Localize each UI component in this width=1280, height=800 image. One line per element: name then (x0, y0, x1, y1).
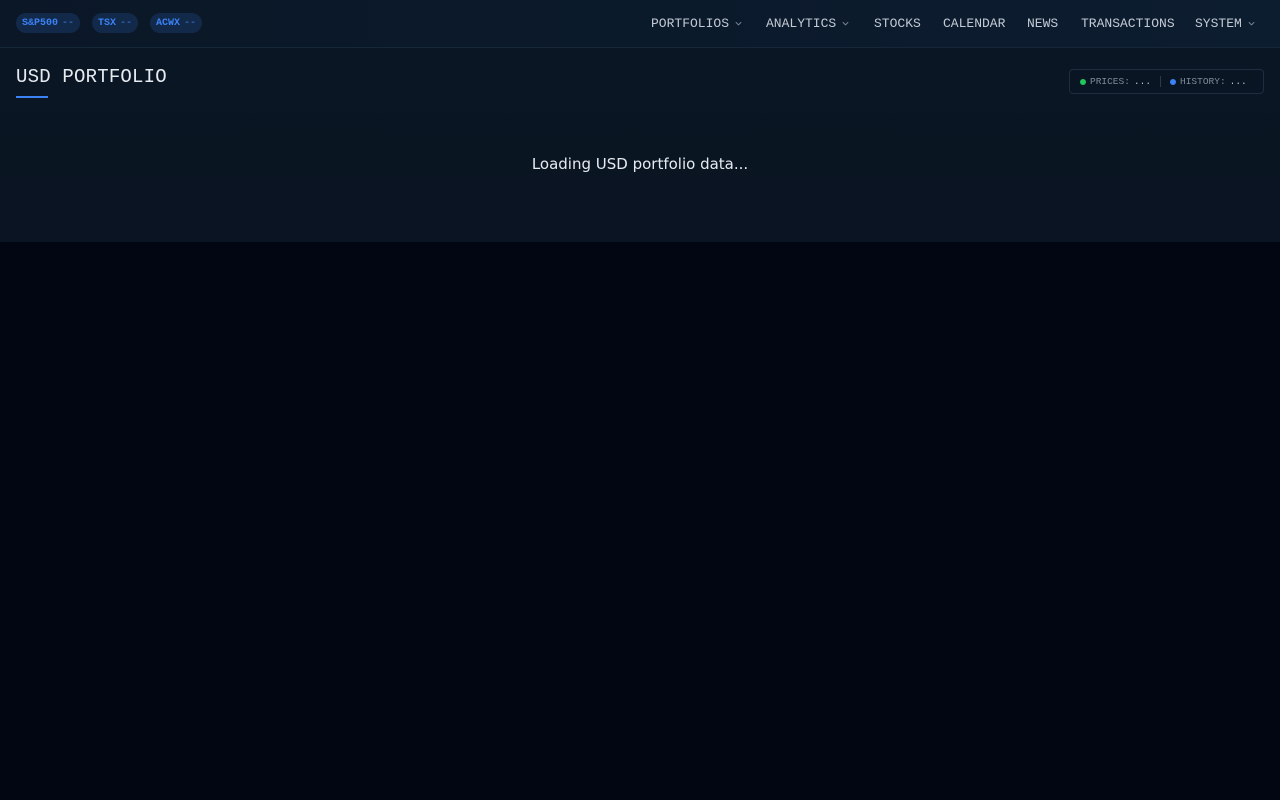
ticker-symbol: TSX (98, 17, 117, 29)
chevron-down-icon (1248, 21, 1255, 26)
nav-portfolios-label: PORTFOLIOS (651, 16, 730, 31)
ticker-acwx[interactable]: ACWX -- (150, 13, 203, 33)
history-status-dot-icon (1170, 78, 1177, 85)
nav-analytics-label: ANALYTICS (766, 16, 837, 31)
ticker-value: -- (184, 17, 197, 29)
ticker-tsx[interactable]: TSX -- (92, 13, 139, 33)
nav-news-label: NEWS (1027, 16, 1059, 31)
status-divider (1160, 76, 1162, 87)
nav-stocks-link[interactable]: STOCKS (874, 0, 921, 47)
nav-portfolios-menu[interactable]: PORTFOLIOS (651, 0, 743, 47)
history-status-value: ... (1229, 76, 1247, 87)
nav-calendar-label: CALENDAR (943, 16, 1006, 31)
page-title: USD PORTFOLIO (16, 66, 167, 88)
history-status: HISTORY: ... (1170, 76, 1247, 87)
nav-news-link[interactable]: NEWS (1027, 0, 1058, 47)
nav-calendar-link[interactable]: CALENDAR (943, 0, 1005, 47)
data-status-indicator: PRICES: ... HISTORY: ... (1069, 69, 1264, 94)
ticker-value: -- (62, 17, 75, 29)
prices-status-label: PRICES: (1090, 76, 1130, 87)
ticker-sp500[interactable]: S&P500 -- (16, 13, 81, 33)
nav-analytics-menu[interactable]: ANALYTICS (766, 0, 850, 47)
nav-system-label: SYSTEM (1195, 16, 1242, 31)
nav-transactions-link[interactable]: TRANSACTIONS (1081, 0, 1175, 47)
nav-system-menu[interactable]: SYSTEM (1195, 0, 1256, 47)
loading-message: Loading USD portfolio data... (531, 155, 749, 173)
prices-status-value: ... (1133, 76, 1152, 87)
prices-status: PRICES: ... (1080, 76, 1151, 87)
nav-stocks-label: STOCKS (874, 16, 921, 31)
top-navigation-bar: S&P500 -- TSX -- ACWX -- PORTFOLIOS ANAL… (0, 0, 1280, 48)
chevron-down-icon (842, 21, 849, 26)
chevron-down-icon (735, 21, 742, 26)
ticker-value: -- (120, 17, 133, 29)
ticker-symbol: S&P500 (22, 17, 59, 29)
history-status-label: HISTORY: (1180, 76, 1226, 87)
nav-transactions-label: TRANSACTIONS (1081, 16, 1175, 31)
title-underline (16, 96, 48, 98)
prices-status-dot-icon (1080, 78, 1086, 85)
ticker-symbol: ACWX (156, 17, 181, 29)
